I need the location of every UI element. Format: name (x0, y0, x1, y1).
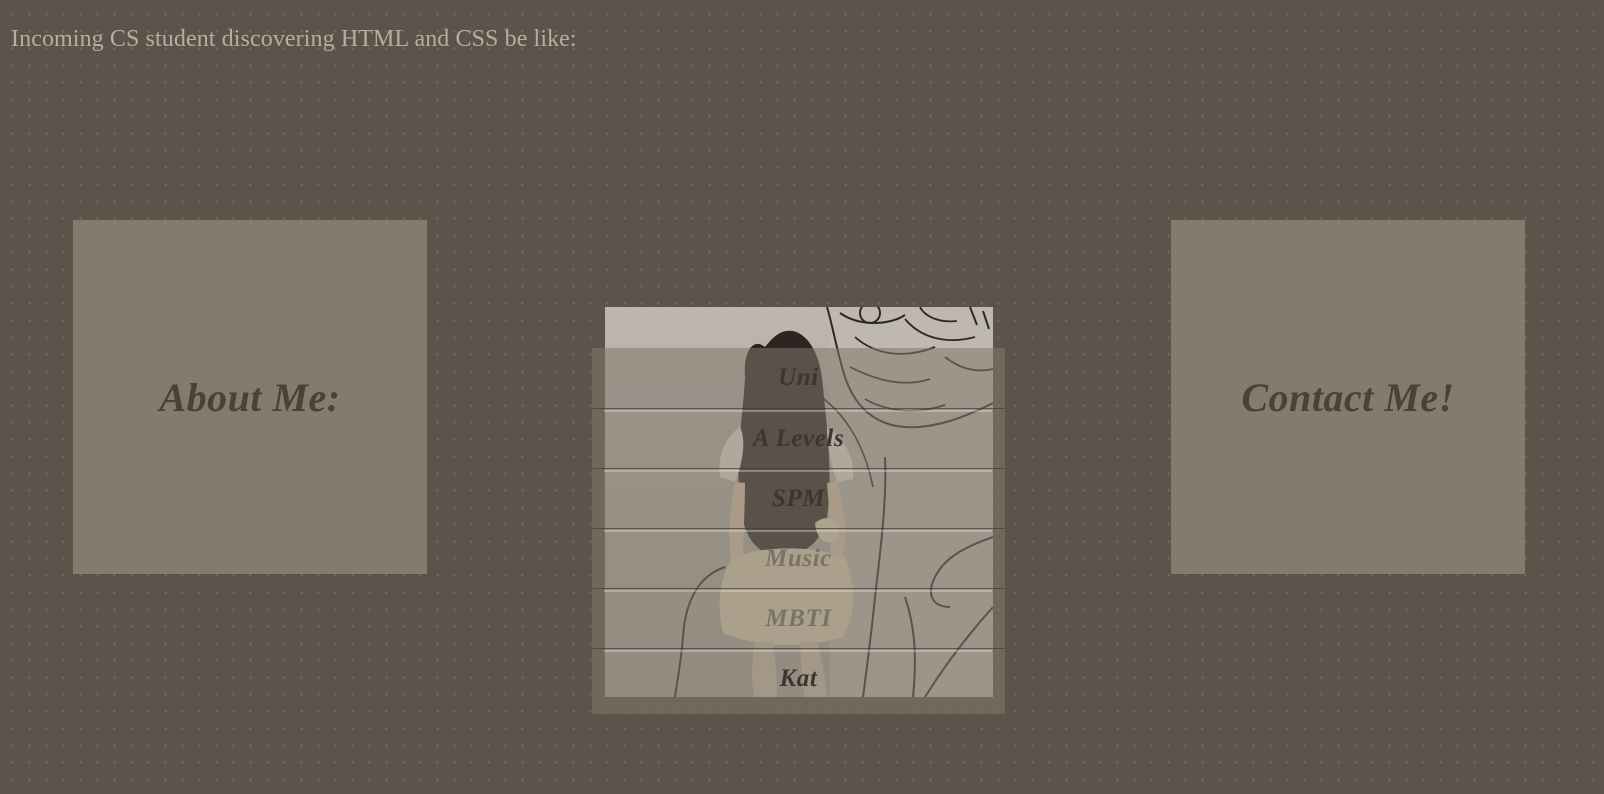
menu-item-label: Uni (778, 364, 819, 391)
menu-item-label: SPM (771, 484, 826, 512)
menu-item-kat[interactable]: Kat (592, 648, 1005, 708)
navigation-menu: Uni A Levels SPM Music MBTI Kat (592, 348, 1005, 714)
about-me-label: About Me: (159, 374, 341, 420)
menu-item-a-levels[interactable]: A Levels (592, 408, 1005, 468)
menu-item-label: MBTI (765, 604, 832, 632)
menu-item-music[interactable]: Music (592, 528, 1005, 588)
about-me-card[interactable]: About Me: (73, 220, 427, 574)
contact-me-label: Contact Me! (1241, 374, 1455, 420)
menu-item-label: Music (765, 544, 832, 572)
menu-item-label: A Levels (752, 424, 845, 452)
menu-item-label: Kat (779, 664, 818, 692)
page-caption: Incoming CS student discovering HTML and… (11, 26, 577, 52)
menu-item-spm[interactable]: SPM (592, 468, 1005, 528)
menu-item-mbti[interactable]: MBTI (592, 588, 1005, 648)
contact-me-card[interactable]: Contact Me! (1171, 220, 1525, 574)
menu-item-uni[interactable]: Uni (592, 348, 1005, 408)
